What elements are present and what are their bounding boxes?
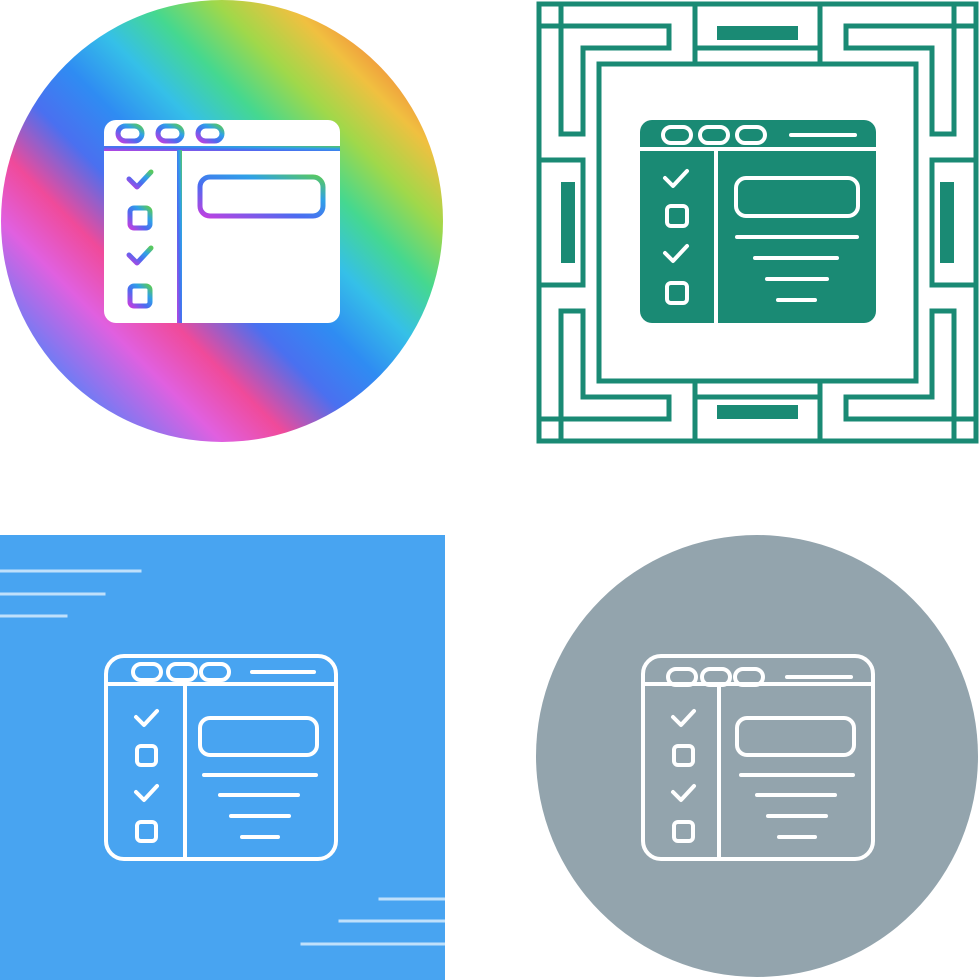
square-maze-frame-icon xyxy=(536,1,979,444)
line-blue-square-tile xyxy=(0,535,445,980)
browser-checklist-icon xyxy=(104,120,340,323)
gradient-circle-tile xyxy=(0,0,445,445)
gray-circle-icon xyxy=(536,535,978,977)
rainbow-circle-icon xyxy=(1,0,443,442)
glyph-frame-tile xyxy=(535,0,980,445)
browser-checklist-icon xyxy=(640,120,876,323)
line-gray-circle-tile xyxy=(535,535,980,980)
blue-square-icon xyxy=(0,535,445,980)
